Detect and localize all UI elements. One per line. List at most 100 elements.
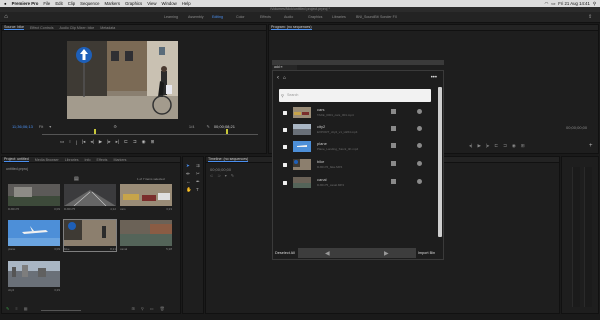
back-icon[interactable]: ‹ xyxy=(277,75,279,81)
ws-libraries[interactable]: Libraries xyxy=(332,15,356,19)
tab-timeline[interactable]: Timeline: (no sequences) xyxy=(208,157,249,162)
home-icon[interactable]: ⌂ xyxy=(283,75,286,81)
search-icon[interactable]: ⚲ xyxy=(593,1,596,7)
fraction-dropdown[interactable]: 1/4 xyxy=(189,124,195,129)
play-icon[interactable]: ▶ xyxy=(99,139,102,145)
mark-in-icon[interactable]: ⁝ xyxy=(69,139,70,145)
goto-in-icon[interactable]: |◂ xyxy=(82,139,85,145)
clip-thumb-6[interactable]: city2 3;29 xyxy=(8,261,60,292)
list-item[interactable]: bike DJI0176_bike.MP4 xyxy=(283,157,433,173)
item-checkbox[interactable] xyxy=(283,111,287,115)
menu-graphics[interactable]: Graphics xyxy=(125,1,142,6)
list-item[interactable]: plane Plane_Landing_Stock_4K.mp4 xyxy=(283,139,433,155)
ws-assembly[interactable]: Assembly xyxy=(188,15,212,19)
home-icon[interactable]: ⌂ xyxy=(0,14,12,20)
track-select-icon[interactable]: ⇉ xyxy=(196,163,204,169)
item-import-icon[interactable] xyxy=(391,126,396,131)
find-icon[interactable]: ⚲ xyxy=(141,306,144,311)
tab-project[interactable]: Project: untitled xyxy=(4,157,29,162)
ws-audio[interactable]: Audio xyxy=(284,15,308,19)
item-checkbox[interactable] xyxy=(283,163,287,167)
clip-thumb-4-selected[interactable]: bike 8;21 xyxy=(63,219,117,252)
item-import-icon[interactable] xyxy=(391,179,396,184)
tab-effects[interactable]: Effects xyxy=(97,158,108,162)
button-editor-icon[interactable]: ⊞ xyxy=(151,139,155,145)
ws-sonder[interactable]: Sonder FX xyxy=(380,15,404,19)
prog-step-fwd-icon[interactable]: |▸ xyxy=(486,143,489,149)
clip-thumb-1[interactable]: DJI0175 4;12 xyxy=(64,184,116,211)
list-item[interactable]: city2 EXPORT_city2_v1_H264.mp4 xyxy=(283,122,433,138)
marker-add-icon[interactable]: ▾ xyxy=(225,173,227,178)
export-frame-icon[interactable]: ◉ xyxy=(142,139,146,145)
tab-audio-mixer[interactable]: Audio Clip Mixer: bike xyxy=(60,26,95,30)
list-item[interactable]: cars TAKE_0001_cars_001.mp4 xyxy=(283,105,433,121)
insert-icon[interactable]: ⊏ xyxy=(124,139,128,145)
slip-tool-icon[interactable]: ↔ xyxy=(186,179,194,185)
source-scrubber[interactable] xyxy=(42,129,258,135)
apple-icon[interactable]: ● xyxy=(4,1,7,6)
item-status-icon[interactable] xyxy=(417,126,422,131)
snap-icon[interactable]: ⊂ xyxy=(210,173,213,178)
item-import-icon[interactable] xyxy=(391,109,396,114)
menu-file[interactable]: File xyxy=(43,1,50,6)
ws-learning[interactable]: Learning xyxy=(164,15,188,19)
step-forward-icon[interactable]: |▸ xyxy=(107,139,110,145)
timeline-settings-icon[interactable]: ✎ xyxy=(231,173,234,178)
tab-metadata[interactable]: Metadata xyxy=(100,26,115,30)
trash-icon[interactable]: 🗑 xyxy=(160,306,165,311)
fit-dropdown[interactable]: Fit xyxy=(39,124,43,129)
tab-program[interactable]: Program: (no sequences) xyxy=(271,25,312,30)
fit-chevron-icon[interactable]: ▾ xyxy=(49,124,51,129)
item-status-icon[interactable] xyxy=(417,143,422,148)
linked-icon[interactable]: ⊃ xyxy=(217,173,220,178)
prog-step-back-icon[interactable]: ◂| xyxy=(469,143,472,149)
ws-editing[interactable]: Editing xyxy=(212,15,236,19)
pen-tool-icon[interactable]: ✒ xyxy=(196,179,204,185)
menu-window[interactable]: Window xyxy=(161,1,176,6)
next-page-icon[interactable]: ▶ xyxy=(384,250,389,257)
plugin-search-input[interactable]: ⚲ Search xyxy=(279,89,431,102)
share-icon[interactable]: ⇪ xyxy=(588,14,592,20)
menu-sequence[interactable]: Sequence xyxy=(80,1,99,6)
item-checkbox[interactable] xyxy=(283,181,287,185)
ripple-edit-icon[interactable]: ⇹ xyxy=(186,171,194,177)
item-status-icon[interactable] xyxy=(417,109,422,114)
menu-edit[interactable]: Edit xyxy=(55,1,62,6)
out-point-marker[interactable] xyxy=(226,129,228,134)
menu-view[interactable]: View xyxy=(147,1,156,6)
clip-thumb-0[interactable]: DJI0176 0;09 xyxy=(8,184,60,211)
pencil-icon[interactable]: ✎ xyxy=(6,306,9,311)
type-tool-icon[interactable]: T xyxy=(196,187,204,193)
menu-help[interactable]: Help xyxy=(182,1,191,6)
in-point-marker[interactable] xyxy=(94,129,96,134)
settings-icon[interactable]: ✎ xyxy=(206,124,209,129)
app-menu[interactable]: Premiere Pro xyxy=(12,1,39,6)
battery-icon[interactable]: ▭ xyxy=(551,1,555,7)
ws-bni[interactable]: BNI_SoundBit xyxy=(356,15,380,19)
clip-thumb-5[interactable]: canal 5;28 xyxy=(120,220,172,251)
ws-graphics[interactable]: Graphics xyxy=(308,15,332,19)
clock[interactable]: Fri 21 Aug 14:41 xyxy=(558,1,590,7)
selection-tool-icon[interactable]: ➤ xyxy=(186,163,194,169)
goto-out-icon[interactable]: ▸| xyxy=(116,139,119,145)
prog-compare-icon[interactable]: ⊞ xyxy=(521,143,525,149)
import-bin-button[interactable]: Import Bin xyxy=(418,251,435,255)
new-bin-icon[interactable]: ▤ xyxy=(74,176,79,182)
prog-export-icon[interactable]: ◉ xyxy=(512,143,516,149)
marker-icon[interactable]: ▭ xyxy=(60,139,64,145)
overwrite-icon[interactable]: ⊐ xyxy=(133,139,137,145)
item-status-icon[interactable] xyxy=(417,179,422,184)
tab-info[interactable]: Info xyxy=(85,158,91,162)
prev-page-icon[interactable]: ◀ xyxy=(325,250,330,257)
prog-play-icon[interactable]: ▶ xyxy=(477,143,480,149)
clip-thumb-3[interactable]: plane 3;09 xyxy=(8,220,60,251)
tab-markers[interactable]: Markers xyxy=(113,158,126,162)
more-icon[interactable]: ••• xyxy=(431,75,437,81)
tab-media-browser[interactable]: Media Browser xyxy=(35,158,59,162)
razor-tool-icon[interactable]: ✂ xyxy=(196,171,204,177)
zoom-slider[interactable] xyxy=(41,306,82,311)
item-checkbox[interactable] xyxy=(283,145,287,149)
wrench-icon[interactable]: ⚙ xyxy=(113,124,117,129)
ws-color[interactable]: Color xyxy=(236,15,260,19)
tab-effect-controls[interactable]: Effect Controls xyxy=(30,26,54,30)
